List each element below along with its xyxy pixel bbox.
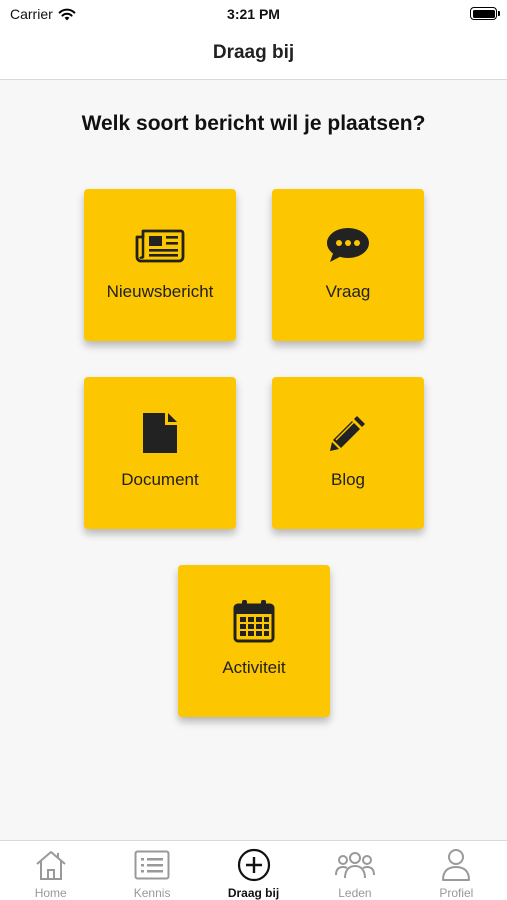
tab-label: Profiel [439, 886, 474, 900]
status-bar: Carrier 3:21 PM [0, 0, 507, 30]
tile-label: Vraag [325, 282, 371, 301]
list-icon [101, 847, 202, 883]
tile-label: Activiteit [222, 658, 286, 677]
tile-nieuwsbericht[interactable]: Nieuwsbericht [84, 189, 236, 341]
tile-label: Blog [330, 470, 366, 489]
tile-blog[interactable]: Blog [272, 377, 424, 529]
tab-kennis[interactable]: Kennis [101, 841, 202, 900]
tile-document[interactable]: Document [84, 377, 236, 529]
navigation-bar: Draag bij [0, 30, 507, 80]
page-title: Draag bij [212, 42, 295, 63]
tab-label: Home [34, 886, 67, 900]
tab-leden[interactable]: Leden [304, 841, 405, 900]
tab-bar: Home Kennis Draag bij Leden Profiel [0, 840, 507, 900]
tab-profiel[interactable]: Profiel [406, 841, 507, 900]
tile-vraag[interactable]: Vraag [272, 189, 424, 341]
tab-label: Kennis [133, 886, 171, 900]
tab-draag-bij[interactable]: Draag bij [203, 841, 304, 900]
status-time: 3:21 PM [227, 6, 280, 22]
home-icon [0, 847, 101, 883]
calendar-icon [178, 600, 330, 643]
people-icon [304, 847, 405, 883]
tab-home[interactable]: Home [0, 841, 101, 900]
tab-label: Leden [338, 886, 372, 900]
pencil-icon [272, 413, 424, 453]
speech-bubble-icon [272, 225, 424, 265]
battery-icon [470, 7, 500, 20]
plus-circle-icon [203, 847, 304, 883]
newspaper-icon [84, 225, 236, 265]
tab-label: Draag bij [227, 886, 280, 900]
tile-label: Nieuwsbericht [106, 282, 214, 301]
person-icon [406, 847, 507, 883]
document-icon [84, 413, 236, 453]
tile-activiteit[interactable]: Activiteit [178, 565, 330, 717]
tile-label: Document [121, 470, 199, 489]
page-heading: Welk soort bericht wil je plaatsen? [81, 112, 426, 135]
